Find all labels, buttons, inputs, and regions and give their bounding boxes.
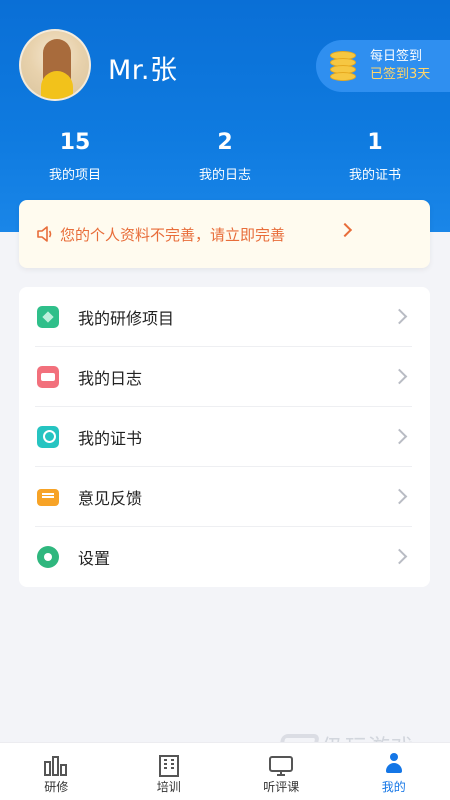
coin-stack-icon [330,51,358,81]
bottom-tab-bar: 研修 培训 听评课 我的 [0,742,450,800]
menu-item-label: 我的研修项目 [78,309,175,328]
menu-item-training-projects[interactable]: 我的研修项目 [19,287,430,347]
daily-checkin-button[interactable]: 每日签到 已签到3天 [316,40,450,92]
feedback-icon [37,488,59,506]
gear-icon [37,546,59,568]
certificate-icon [37,426,59,448]
user-icon [383,752,405,774]
chevron-right-icon [391,548,408,565]
chevron-right-icon [391,308,408,325]
menu-item-label: 我的日志 [78,369,143,388]
tab-mine[interactable]: 我的 [338,743,450,800]
speaker-icon [37,226,52,242]
stats-row: 15 我的项目 2 我的日志 1 我的证书 [0,128,450,188]
stat-label: 我的项目 [48,168,101,183]
avatar[interactable] [19,29,91,101]
chevron-right-icon [391,488,408,505]
layers-icon [37,306,59,328]
stat-label: 我的日志 [198,168,251,183]
menu-item-settings[interactable]: 设置 [19,527,430,587]
chart-icon [44,756,68,776]
stat-logs[interactable]: 2 我的日志 [150,128,300,188]
tab-study[interactable]: 研修 [0,743,113,800]
profile-header: Mr.张 每日签到 已签到3天 15 我的项目 2 我的日志 1 我的证书 [0,0,450,232]
stat-label: 我的证书 [348,168,401,183]
profile-incomplete-notice[interactable]: 您的个人资料不完善，请立即完善 [19,200,430,268]
menu-list: 我的研修项目 我的日志 我的证书 意见反馈 设置 [19,287,430,587]
menu-item-certificates[interactable]: 我的证书 [19,407,430,467]
chevron-right-icon [337,222,353,238]
avatar-dress [41,71,73,99]
building-icon [158,755,179,777]
notice-text: 您的个人资料不完善，请立即完善 [60,225,286,244]
menu-item-logs[interactable]: 我的日志 [19,347,430,407]
menu-item-feedback[interactable]: 意见反馈 [19,467,430,527]
tab-label: 我的 [381,780,406,794]
printer-icon [37,366,59,388]
stat-value: 15 [59,130,91,155]
chevron-right-icon [391,428,408,445]
stat-certificates[interactable]: 1 我的证书 [300,128,450,188]
menu-item-label: 意见反馈 [78,489,143,508]
menu-item-label: 设置 [78,549,111,568]
tab-label: 培训 [156,780,181,794]
stat-value: 1 [367,130,383,155]
stat-value: 2 [217,130,233,155]
checkin-title: 每日签到 [370,49,423,64]
checkin-status: 已签到3天 [370,67,431,82]
tab-lesson-review[interactable]: 听评课 [225,743,338,800]
menu-item-label: 我的证书 [78,429,143,448]
chevron-right-icon [391,368,408,385]
stat-projects[interactable]: 15 我的项目 [0,128,150,188]
tab-training[interactable]: 培训 [113,743,226,800]
tab-label: 研修 [44,780,69,794]
tab-label: 听评课 [263,780,300,794]
monitor-icon [269,756,294,776]
username: Mr.张 [108,55,178,86]
